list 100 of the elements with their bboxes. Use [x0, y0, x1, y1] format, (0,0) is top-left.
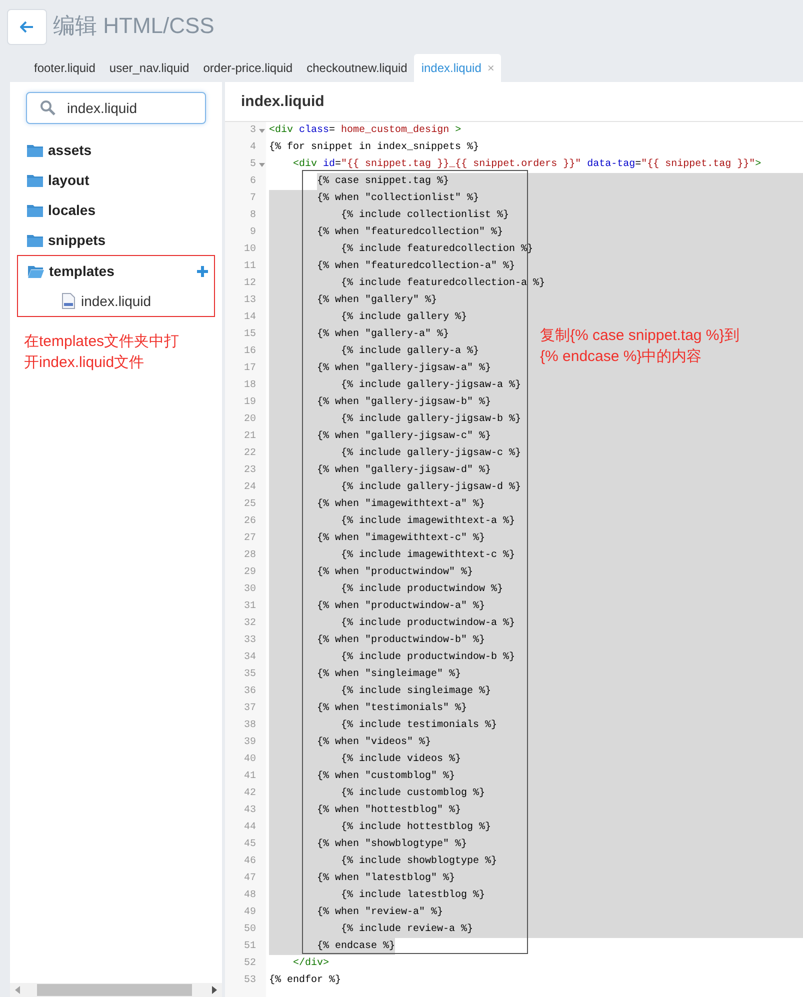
- code-line: {% include productwindow-b %}: [341, 650, 516, 665]
- folder-item[interactable]: assets: [17, 135, 215, 165]
- code-line: {% when "showblogtype" %}: [317, 838, 468, 852]
- plus-icon[interactable]: [197, 266, 208, 276]
- code-line: {% when "gallery-jigsaw-b" %}: [317, 396, 492, 410]
- line-number: 15: [242, 329, 256, 340]
- code-line: {% include gallery-jigsaw-c %}: [341, 446, 522, 461]
- line-number: 22: [242, 448, 256, 459]
- file-icon: [62, 293, 75, 309]
- code-line: <div id="{{ snippet.tag }}_{{ snippet.orders }}" data-tag="{{ snippet.tag }}">: [293, 158, 762, 172]
- code-line: {% when "imagewithtext-c" %}: [317, 532, 486, 546]
- code-line: {% include hottestblog %}: [341, 820, 492, 835]
- line-number: 9: [248, 227, 256, 238]
- line-number: 42: [242, 788, 256, 799]
- folder-item[interactable]: snippets: [17, 225, 215, 255]
- file-item[interactable]: index.liquid: [18, 286, 214, 316]
- code-line: {% for snippet in index_snippets %}: [269, 140, 480, 155]
- line-number: 19: [242, 397, 256, 408]
- scroll-left-icon[interactable]: [15, 986, 20, 994]
- code-line: {% when "gallery-jigsaw-c" %}: [317, 430, 492, 444]
- line-number: 32: [242, 618, 256, 629]
- code-line: {% when "testimonials" %}: [317, 702, 468, 716]
- code-line: {% include productwindow-a %}: [341, 616, 516, 631]
- line-number: 12: [242, 278, 256, 289]
- code-line: {% when "featuredcollection" %}: [317, 226, 504, 240]
- line-number: 39: [242, 737, 256, 748]
- folder-name: templates: [49, 263, 114, 279]
- line-number: 37: [242, 703, 256, 714]
- code-line: {% when "imagewithtext-a" %}: [317, 498, 486, 512]
- line-number: 35: [242, 669, 256, 680]
- code-line: <div class= home_custom_design >: [269, 124, 462, 138]
- open-folder-icon: [28, 264, 44, 278]
- code-line: {% include featuredcollection-a %}: [341, 276, 546, 291]
- folder-item[interactable]: locales: [17, 195, 215, 225]
- code-line: {% include gallery-jigsaw-d %}: [341, 480, 522, 495]
- folder-name: locales: [48, 202, 96, 218]
- code-line: {% when "featuredcollection-a" %}: [317, 260, 516, 274]
- line-number: 41: [242, 771, 256, 782]
- line-number: 48: [242, 890, 256, 901]
- line-number: 47: [242, 873, 256, 884]
- line-number: 53: [242, 975, 256, 986]
- annotation-text: 在templates文件夹中打开index.liquid文件: [24, 332, 180, 373]
- line-number: 44: [242, 822, 256, 833]
- file-tab[interactable]: footer.liquid: [27, 54, 102, 82]
- search-field[interactable]: index.liquid: [26, 92, 206, 124]
- line-number: 52: [242, 958, 256, 969]
- line-number: 18: [242, 380, 256, 391]
- code-line: {% include imagewithtext-a %}: [341, 514, 516, 529]
- fold-arrow-icon[interactable]: [259, 128, 265, 132]
- file-tab[interactable]: checkoutnew.liquid: [300, 54, 414, 82]
- annotation-text: 复制{% case snippet.tag %}到{% endcase %}中的内容: [540, 326, 740, 367]
- folder-item[interactable]: templates: [18, 256, 214, 286]
- line-number: 7: [248, 193, 256, 204]
- code-line: {% include productwindow %}: [341, 582, 504, 597]
- fold-arrow-icon[interactable]: [259, 162, 265, 166]
- back-button[interactable]: [7, 9, 47, 45]
- line-number: 34: [242, 652, 256, 663]
- scrollbar-thumb[interactable]: [37, 984, 192, 996]
- code-line: {% include testimonials %}: [341, 718, 498, 733]
- code-line: {% when "gallery" %}: [317, 294, 438, 308]
- code-line: {% include videos %}: [341, 752, 462, 767]
- code-line: {% when "productwindow" %}: [317, 566, 474, 580]
- line-number: 13: [242, 295, 256, 306]
- line-number: 28: [242, 550, 256, 561]
- line-number: 25: [242, 499, 256, 510]
- back-arrow-icon: [20, 21, 34, 33]
- folder-item[interactable]: layout: [17, 165, 215, 195]
- code-line: {% when "customblog" %}: [317, 770, 456, 784]
- line-number: 6: [248, 176, 256, 187]
- line-number: 8: [248, 210, 256, 221]
- line-number: 3: [248, 125, 256, 136]
- code-line: {% include collectionlist %}: [341, 208, 510, 223]
- folder-icon: [27, 204, 43, 216]
- folder-name: layout: [48, 172, 90, 188]
- file-tab[interactable]: user_nav.liquid: [102, 54, 196, 82]
- line-number: 20: [242, 414, 256, 425]
- code-line: {% include customblog %}: [341, 786, 486, 801]
- line-number: 40: [242, 754, 256, 765]
- code-line: {% include latestblog %}: [341, 888, 486, 903]
- code-line: {% when "productwindow-b" %}: [317, 634, 486, 648]
- code-line: {% endfor %}: [269, 974, 342, 988]
- code-line: {% when "review-a" %}: [317, 906, 444, 920]
- line-number: 38: [242, 720, 256, 731]
- code-line: {% when "videos" %}: [317, 736, 432, 750]
- code-line: {% include gallery-a %}: [341, 344, 480, 359]
- line-number: 17: [242, 363, 256, 374]
- line-number: 21: [242, 431, 256, 442]
- line-number: 43: [242, 805, 256, 816]
- line-number: 46: [242, 856, 256, 867]
- horizontal-scrollbar[interactable]: [10, 983, 222, 997]
- code-line: {% include review-a %}: [341, 922, 474, 937]
- file-tab[interactable]: order-price.liquid: [196, 54, 300, 82]
- code-line: {% when "latestblog" %}: [317, 872, 456, 886]
- code-line: {% include singleimage %}: [341, 684, 492, 699]
- line-number: 26: [242, 516, 256, 527]
- line-number: 24: [242, 482, 256, 493]
- scroll-right-icon[interactable]: [212, 986, 217, 994]
- line-number: 23: [242, 465, 256, 476]
- line-number: 11: [242, 261, 256, 272]
- code-line: {% include gallery-jigsaw-a %}: [341, 378, 522, 393]
